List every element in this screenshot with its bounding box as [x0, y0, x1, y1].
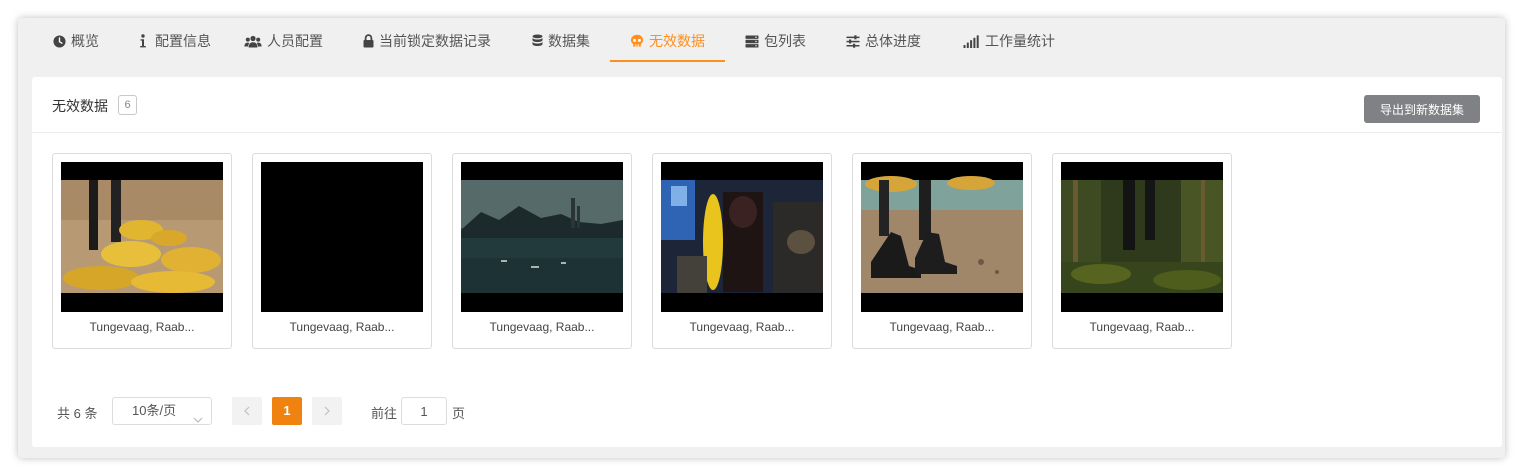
- card-label: Tungevaag, Raab...: [489, 320, 595, 334]
- tab-label: 概览: [71, 33, 99, 49]
- sliders-icon: [846, 34, 860, 48]
- tab-locked-records[interactable]: 当前锁定数据记录: [362, 18, 491, 64]
- tab-package-list[interactable]: 包列表: [745, 18, 806, 64]
- tab-datasets[interactable]: 数据集: [531, 18, 590, 64]
- tab-label: 工作量统计: [985, 33, 1055, 49]
- tab-bar: 概览 配置信息 人员配置 当前锁定数据记录 数据集 无效数据 包列表 总体进度 …: [18, 18, 1505, 64]
- thumbnail: [261, 162, 423, 312]
- card-label: Tungevaag, Raab...: [689, 320, 795, 334]
- lock-icon: [362, 34, 374, 48]
- data-card[interactable]: Tungevaag, Raab...: [652, 153, 832, 349]
- page-number-1[interactable]: 1: [272, 397, 302, 425]
- thumbnail: [461, 162, 623, 312]
- thumbnail: [661, 162, 823, 312]
- server-icon: [745, 34, 759, 48]
- tab-label: 总体进度: [865, 33, 921, 49]
- page-size-value: 10条/页: [132, 403, 177, 418]
- users-icon: [244, 34, 262, 48]
- tab-label: 数据集: [548, 33, 590, 49]
- panel-header: 无效数据 6 导出到新数据集: [32, 77, 1502, 133]
- thumbnail: [1061, 162, 1223, 312]
- total-count: 共 6 条: [57, 406, 98, 421]
- count-badge: 6: [118, 95, 137, 115]
- tab-config-info[interactable]: 配置信息: [136, 18, 211, 64]
- tab-label: 配置信息: [155, 33, 211, 49]
- card-label: Tungevaag, Raab...: [289, 320, 395, 334]
- prev-page-button[interactable]: [232, 397, 262, 425]
- thumbnail: [61, 162, 223, 312]
- database-icon: [531, 34, 543, 48]
- tab-overview[interactable]: 概览: [52, 18, 99, 64]
- data-card[interactable]: Tungevaag, Raab...: [1052, 153, 1232, 349]
- tab-workload-stats[interactable]: 工作量统计: [962, 18, 1055, 64]
- pagination: 共 6 条 10条/页 1 前往 页: [32, 395, 1502, 427]
- data-card[interactable]: Tungevaag, Raab...: [452, 153, 632, 349]
- panel-title: 无效数据: [52, 98, 108, 114]
- chevron-right-icon: [323, 403, 331, 419]
- goto-label: 前往: [371, 406, 398, 421]
- signal-bars-icon: [962, 34, 980, 48]
- tab-personnel[interactable]: 人员配置: [244, 18, 323, 64]
- page-suffix: 页: [452, 406, 466, 421]
- card-label: Tungevaag, Raab...: [889, 320, 995, 334]
- tab-invalid-data[interactable]: 无效数据: [610, 18, 725, 64]
- info-icon: [136, 34, 150, 48]
- chevron-down-icon: [193, 407, 203, 433]
- page-size-select[interactable]: 10条/页: [112, 397, 212, 425]
- data-card[interactable]: Tungevaag, Raab...: [852, 153, 1032, 349]
- chevron-left-icon: [243, 403, 251, 419]
- tab-label: 无效数据: [649, 33, 705, 49]
- app-frame: 概览 配置信息 人员配置 当前锁定数据记录 数据集 无效数据 包列表 总体进度 …: [18, 18, 1505, 458]
- tab-label: 人员配置: [267, 33, 323, 49]
- card-label: Tungevaag, Raab...: [89, 320, 195, 334]
- skull-icon: [630, 34, 644, 48]
- invalid-data-panel: 无效数据 6 导出到新数据集 Tungevaag, Raab... Tungev…: [32, 77, 1502, 447]
- data-card[interactable]: Tungevaag, Raab...: [252, 153, 432, 349]
- card-label: Tungevaag, Raab...: [1089, 320, 1195, 334]
- export-to-new-dataset-button[interactable]: 导出到新数据集: [1364, 95, 1480, 123]
- goto-page-input[interactable]: [401, 397, 447, 425]
- thumbnail: [861, 162, 1023, 312]
- clock-icon: [52, 34, 66, 48]
- tab-label: 当前锁定数据记录: [379, 33, 491, 49]
- next-page-button[interactable]: [312, 397, 342, 425]
- tab-label: 包列表: [764, 33, 806, 49]
- data-card[interactable]: Tungevaag, Raab...: [52, 153, 232, 349]
- tab-overall-progress[interactable]: 总体进度: [846, 18, 921, 64]
